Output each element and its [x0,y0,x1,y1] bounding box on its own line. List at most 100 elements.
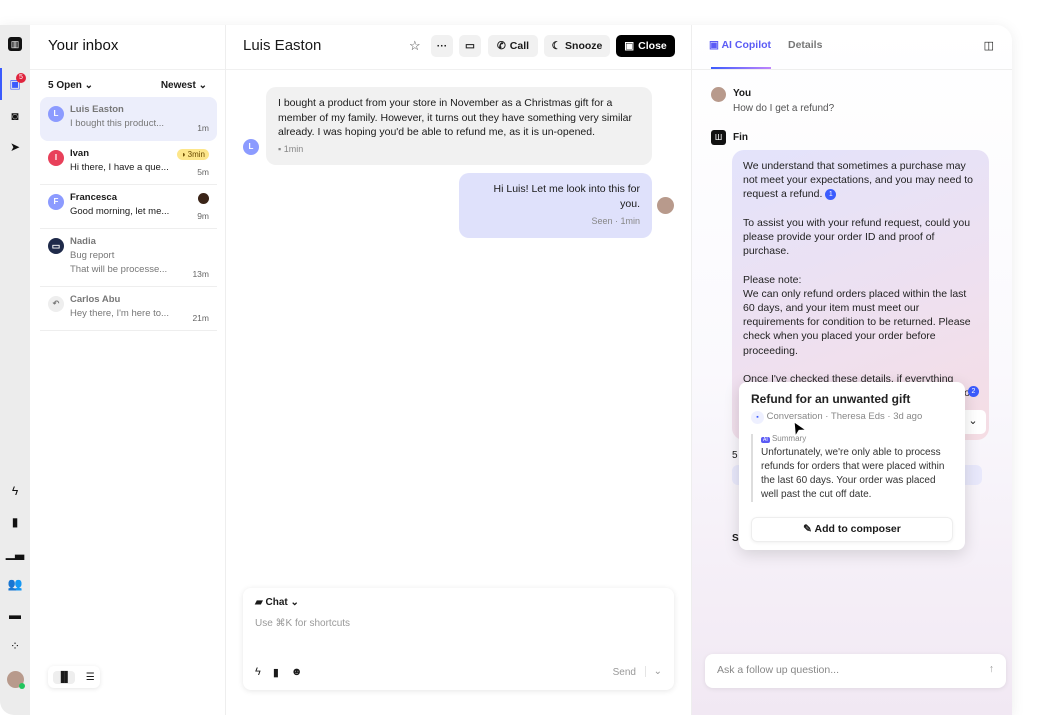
more-button[interactable]: ··· [431,35,453,57]
source-ref[interactable]: 2 [968,386,979,397]
customer-message: I bought a product from your store in No… [266,87,652,165]
people-icon[interactable]: 👥 [8,577,23,591]
fin-icon: Ш [711,130,726,145]
edit-icon: ✎ [803,523,812,535]
conversation-item[interactable]: I Ivan Hi there, I have a que... ◑ 3min … [40,141,217,185]
call-button[interactable]: ✆ Call [488,35,538,57]
inbox-title: Your inbox [48,37,119,54]
nav-rail: ▥ ▣ 5 ◙ ➤ ϟ ▮ ▁▃ 👥 ▬ ⁘ [0,25,30,715]
popover-title: Refund for an unwanted gift [751,392,911,406]
message-meta: Seen · 1min [591,216,640,226]
snooze-button[interactable]: ☾ Snooze [544,35,610,57]
composer-input[interactable]: Use ⌘K for shortcuts [255,618,655,629]
view-toggle: ▐▌ ☰ [48,666,100,688]
inbox-panel: Your inbox 5 Open ⌄ Newest ⌄ L Luis East… [30,25,226,715]
apps-icon[interactable]: ⁘ [8,639,22,653]
conversation-item[interactable]: ▭ Nadia Bug report That will be processe… [40,229,217,287]
message-preview: Hi there, I have a que... [70,162,169,173]
chat-icon: ▰ [255,597,263,608]
timestamp: 21m [192,313,209,323]
bookmark-icon[interactable]: ▮ [273,666,279,679]
message-text: I bought a product from your store in No… [278,97,633,138]
message-meta: 1min [283,143,304,154]
copilot-icon: ▣ [709,39,719,51]
timestamp: 9m [197,211,209,221]
active-indicator [0,68,2,100]
agent-avatar [657,197,674,214]
emoji-icon[interactable]: ☻ [291,666,303,679]
ticket-button[interactable]: ▭ [459,35,481,57]
sort-dropdown[interactable]: Newest ⌄ [161,80,207,91]
inbox-check-icon: ▣ [624,40,635,52]
avatar: L [48,106,64,122]
app-window: ▥ ▣ 5 ◙ ➤ ϟ ▮ ▁▃ 👥 ▬ ⁘ Your inbox 5 Open… [0,25,1012,715]
timestamp: 1m [197,123,209,133]
sla-badge: ◑ 3min [176,149,209,160]
timestamp: 5m [197,167,209,177]
close-button[interactable]: ▣ Close [616,35,675,57]
channel-dropdown[interactable]: ▰ Chat ⌄ [255,597,299,608]
source-ref[interactable]: 1 [825,189,837,201]
ai-icon: AI [761,437,770,443]
timestamp: 13m [192,269,209,279]
copilot-panel: ▣ AI Copilot Details ◫ You How do I get … [691,25,1012,715]
message-text: Hi Luis! Let me look into this for you. [493,183,640,210]
avatar: L [243,139,259,155]
assignee-avatar [198,193,209,204]
tab-ai-copilot[interactable]: ▣ AI Copilot [709,39,771,51]
sources-count: 5 [732,450,738,461]
phone-icon: ✆ [496,40,506,52]
user-question: How do I get a refund? [733,103,835,114]
bolt-icon[interactable]: ϟ [8,484,22,498]
bolt-icon[interactable]: ϟ [255,666,261,679]
book-icon[interactable]: ▮ [8,515,22,529]
message-icon[interactable]: ▬ [8,608,22,622]
open-filter[interactable]: 5 Open ⌄ [48,80,93,91]
chart-icon[interactable]: ▁▃ [6,546,24,560]
split-view-icon[interactable]: ▐▌ [53,670,76,684]
agent-message: Hi Luis! Let me look into this for you. … [459,173,652,238]
moon-icon: ☾ [551,40,562,52]
reply-icon: ↶ [48,296,64,312]
arrow-up-icon[interactable]: ↑ [989,663,994,675]
popover-meta: ▪ Conversation · Theresa Eds · 3d ago [751,411,922,424]
conversation-panel: Luis Easton ☆ ··· ▭ ✆ Call ☾ Snooze ▣ Close… [226,25,691,715]
message-preview: That will be processe... [70,264,168,275]
conversation-icon: ▪ [751,411,764,424]
ticket-subject: Bug report [70,250,115,261]
conversation-item[interactable]: F Francesca Good morning, let me... 9m [40,185,217,229]
conversation-item[interactable]: L Luis Easton I bought this product... 1… [40,97,217,141]
follow-up-input[interactable]: Ask a follow up question... ↑ [705,654,1006,688]
inbox-badge: 5 [16,73,26,83]
tab-details[interactable]: Details [788,39,822,51]
avatar: F [48,194,64,210]
add-to-composer-button[interactable]: ✎ Add to composer [751,517,953,542]
source-popover: Refund for an unwanted gift ▪ Conversati… [739,382,965,550]
send-options-chevron-icon[interactable]: ⌄ [644,666,662,677]
message-preview: Good morning, let me... [70,206,170,217]
composer: ▰ Chat ⌄ Use ⌘K for shortcuts ϟ ▮ ☻ Send ⌄ [243,588,674,690]
contact-name: Carlos Abu [70,294,121,305]
send-icon[interactable]: ➤ [8,140,22,154]
summary-block: AI Summary Unfortunately, we're only abl… [751,434,951,502]
sidebar-toggle-icon[interactable]: ◫ [984,39,994,52]
avatar: I [48,150,64,166]
fin-label: Fin [733,132,748,143]
you-label: You [733,88,752,99]
chat-icon: ▪ [278,143,282,154]
section-label: S [732,533,739,544]
message-preview: I bought this product... [70,118,165,129]
contact-name: Luis Easton [70,104,124,115]
send-button[interactable]: Send [613,667,636,678]
user-avatar[interactable] [7,671,25,689]
composer-tools: ϟ ▮ ☻ [255,666,302,679]
contact-name: Nadia [70,236,96,247]
list-view-icon[interactable]: ☰ [86,672,95,683]
message-preview: Hey there, I'm here to... [70,308,169,319]
ticket-icon: ▭ [48,238,64,254]
summary-text: Unfortunately, we're only able to proces… [761,447,945,500]
bot-icon[interactable]: ◙ [8,109,22,123]
star-icon[interactable]: ☆ [409,38,421,54]
logo-icon[interactable]: ▥ [8,37,22,51]
conversation-item[interactable]: ↶ Carlos Abu Hey there, I'm here to... 2… [40,287,217,331]
